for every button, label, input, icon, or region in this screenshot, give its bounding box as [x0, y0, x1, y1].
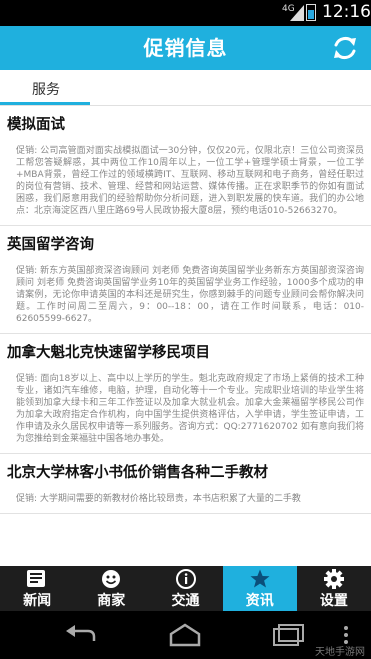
- tab-services[interactable]: 服务: [0, 70, 90, 105]
- battery-icon: [306, 4, 316, 21]
- item-body: 促销: 大学期间需要的新教材价格比较昂贵，本书店积累了大量的二手教: [16, 494, 301, 504]
- tab-label: 服务: [32, 82, 60, 98]
- list-item[interactable]: 英国留学咨询 促销: 新东方英国部资深咨询顾问 刘老师 免费咨询英国留学业务新东…: [0, 226, 371, 334]
- nav-label: 交通: [171, 593, 200, 609]
- clock: 12:16: [322, 2, 371, 22]
- list-item[interactable]: 北京大学林客小书低价销售各种二手教材 促销: 大学期间需要的新教材价格比较昂贵，…: [0, 454, 371, 514]
- status-bar: 4G 12:16: [0, 0, 371, 26]
- nav-label: 新闻: [23, 593, 52, 609]
- list-item[interactable]: 加拿大魁北克快速留学移民项目 促销: 面向18岁以上、高中以上学历的学生。魁北克…: [0, 334, 371, 454]
- nav-merchants[interactable]: 商家: [74, 566, 148, 611]
- nav-traffic[interactable]: 交通: [148, 566, 222, 611]
- nav-label: 商家: [97, 593, 126, 609]
- tab-indicator: [0, 102, 90, 105]
- list-item[interactable]: 模拟面试 促销: 公司高管面对面实战模拟面试一30分钟，仅仅20元，仅限北京！三…: [0, 106, 371, 226]
- system-nav-bar: 天地手游网: [0, 611, 371, 659]
- item-title: 加拿大魁北克快速留学移民项目: [7, 345, 210, 361]
- promo-list[interactable]: 模拟面试 促销: 公司高管面对面实战模拟面试一30分钟，仅仅20元，仅限北京！三…: [0, 106, 371, 566]
- watermark: 天地手游网: [315, 647, 365, 658]
- nav-info[interactable]: 资讯: [222, 566, 297, 611]
- signal-icon: [290, 5, 304, 21]
- item-body: 促销: 公司高管面对面实战模拟面试一30分钟，仅仅20元，仅限北京！三位公司资深…: [16, 146, 364, 216]
- nav-news[interactable]: 新闻: [0, 566, 74, 611]
- item-title: 英国留学咨询: [7, 237, 94, 253]
- item-title: 北京大学林客小书低价销售各种二手教材: [7, 465, 268, 481]
- page-title: 促销信息: [143, 36, 228, 60]
- gear-icon: [323, 569, 344, 589]
- refresh-icon[interactable]: [331, 34, 359, 62]
- back-icon[interactable]: [62, 621, 102, 649]
- nav-label: 资讯: [245, 593, 274, 609]
- tab-strip: 服务: [0, 70, 371, 106]
- item-body: 促销: 面向18岁以上、高中以上学历的学生。魁北克政府规定了市场上紧俏的技术工种…: [16, 374, 364, 444]
- star-icon: [250, 569, 270, 588]
- item-body: 促销: 新东方英国部资深咨询顾问 刘老师 免费咨询英国留学业务新东方英国部资深咨…: [16, 266, 364, 324]
- home-icon[interactable]: [165, 621, 205, 649]
- newspaper-icon: [27, 570, 46, 587]
- app-header: 促销信息: [0, 26, 371, 70]
- nav-settings[interactable]: 设置: [297, 566, 371, 611]
- info-icon: [175, 569, 196, 589]
- recent-apps-icon[interactable]: [268, 621, 308, 649]
- nav-label: 设置: [319, 593, 348, 609]
- smiley-icon: [102, 570, 121, 588]
- bottom-nav: 新闻 商家 交通 资讯 设置: [0, 566, 371, 611]
- item-title: 模拟面试: [7, 117, 65, 133]
